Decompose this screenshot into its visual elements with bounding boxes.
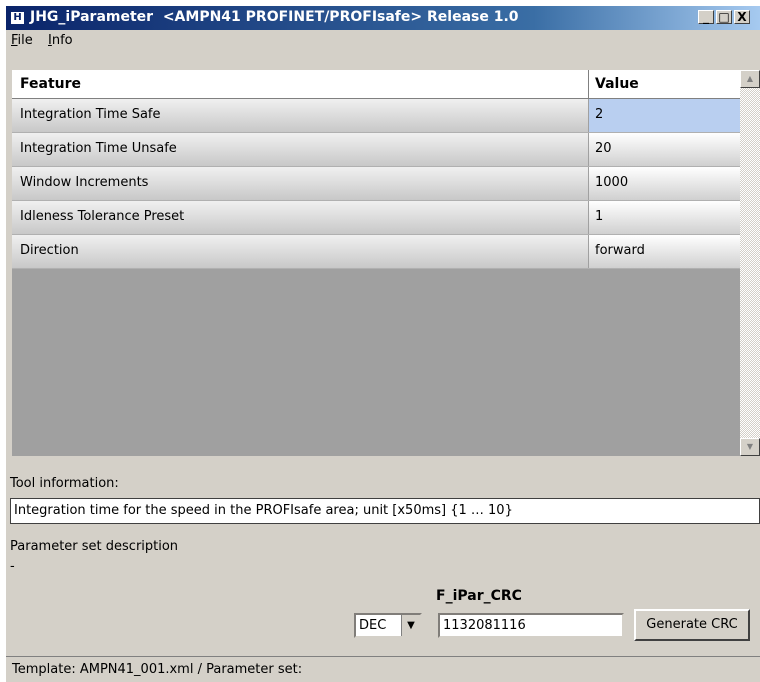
- table-row[interactable]: Direction forward: [12, 235, 746, 269]
- feature-cell: Direction: [12, 235, 588, 268]
- window-title: JHG_iParameter <AMPN41 PROFINET/PROFIsaf…: [30, 9, 519, 25]
- chevron-down-icon[interactable]: ▼: [401, 615, 420, 636]
- feature-text: Integration Time Unsafe: [20, 141, 177, 156]
- tool-info-text: Integration time for the speed in the PR…: [14, 503, 513, 518]
- minimize-button[interactable]: _: [698, 10, 714, 24]
- parameter-table: Feature Value Integration Time Safe 2 In…: [12, 70, 746, 456]
- generate-crc-button[interactable]: Generate CRC: [634, 609, 750, 641]
- status-text: Template: AMPN41_001.xml / Parameter set…: [12, 662, 303, 677]
- close-button[interactable]: X: [734, 10, 750, 24]
- feature-cell: Window Increments: [12, 167, 588, 200]
- feature-cell: Integration Time Safe: [12, 99, 588, 132]
- table-row[interactable]: Idleness Tolerance Preset 1: [12, 201, 746, 235]
- app-icon: H: [11, 12, 24, 24]
- table-row[interactable]: Window Increments 1000: [12, 167, 746, 201]
- app-window: H JHG_iParameter <AMPN41 PROFINET/PROFIs…: [6, 6, 760, 682]
- feature-text: Idleness Tolerance Preset: [20, 209, 185, 224]
- value-text: forward: [595, 243, 645, 258]
- feature-text: Direction: [20, 243, 79, 258]
- feature-text: Window Increments: [20, 175, 149, 190]
- param-set-description: -: [10, 559, 15, 574]
- table-row[interactable]: Integration Time Unsafe 20: [12, 133, 746, 167]
- crc-value-field[interactable]: 1132081116: [438, 613, 624, 638]
- column-header-feature[interactable]: Feature: [20, 76, 81, 92]
- column-divider[interactable]: [588, 70, 589, 98]
- feature-cell: Idleness Tolerance Preset: [12, 201, 588, 234]
- tool-info-field[interactable]: Integration time for the speed in the PR…: [10, 498, 760, 524]
- menu-file[interactable]: File: [11, 33, 33, 48]
- scroll-down-icon[interactable]: ▼: [740, 438, 760, 456]
- vertical-scrollbar[interactable]: ▲ ▼: [740, 70, 760, 456]
- value-text: 2: [595, 107, 604, 122]
- format-select[interactable]: DEC ▼: [354, 613, 422, 638]
- menu-bar: File Info: [6, 30, 760, 52]
- table-row[interactable]: Integration Time Safe 2: [12, 99, 746, 133]
- param-set-label: Parameter set description: [10, 539, 179, 554]
- value-cell[interactable]: 1: [589, 201, 746, 234]
- feature-text: Integration Time Safe: [20, 107, 161, 122]
- maximize-button[interactable]: □: [716, 10, 732, 24]
- menu-info-rest: nfo: [51, 33, 73, 48]
- menu-file-rest: ile: [17, 33, 33, 48]
- value-cell[interactable]: 2: [589, 99, 746, 132]
- crc-label: F_iPar_CRC: [436, 588, 522, 604]
- value-cell[interactable]: 20: [589, 133, 746, 166]
- crc-value-text: 1132081116: [443, 618, 526, 633]
- menu-info[interactable]: Info: [48, 33, 73, 48]
- format-select-value: DEC: [359, 618, 387, 633]
- value-text: 1: [595, 209, 604, 224]
- feature-cell: Integration Time Unsafe: [12, 133, 588, 166]
- value-text: 20: [595, 141, 612, 156]
- title-bar[interactable]: H JHG_iParameter <AMPN41 PROFINET/PROFIs…: [6, 6, 760, 30]
- value-cell[interactable]: forward: [589, 235, 746, 268]
- value-cell[interactable]: 1000: [589, 167, 746, 200]
- column-header-value[interactable]: Value: [595, 76, 639, 92]
- scroll-up-icon[interactable]: ▲: [740, 70, 760, 88]
- value-text: 1000: [595, 175, 629, 190]
- status-bar: Template: AMPN41_001.xml / Parameter set…: [6, 656, 760, 682]
- table-header: Feature Value: [12, 70, 746, 99]
- tool-info-label: Tool information:: [10, 476, 119, 491]
